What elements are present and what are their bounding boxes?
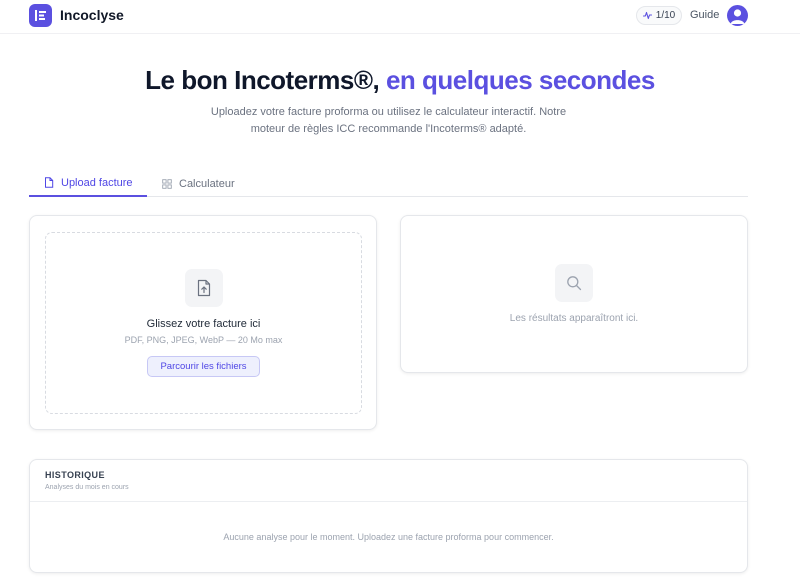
history-divider — [30, 501, 747, 502]
user-icon — [730, 9, 745, 24]
history-subtitle: Analyses du mois en cours — [45, 484, 129, 491]
history-title: HISTORIQUE — [45, 470, 105, 480]
page-title-main: Le bon Incoterms®, — [145, 65, 380, 95]
browse-files-button[interactable]: Parcourir les fichiers — [147, 356, 260, 377]
upload-card: Glissez votre facture ici PDF, PNG, JPEG… — [29, 215, 377, 430]
top-bar: Incoclyse 1/10 Guide — [0, 0, 800, 34]
activity-icon — [642, 11, 652, 20]
results-card: Les résultats apparaîtront ici. — [400, 215, 748, 373]
dropzone-formats: PDF, PNG, JPEG, WebP — 20 Mo max — [124, 335, 283, 345]
logo-icon[interactable] — [29, 4, 52, 27]
mode-tabs: Upload facture Calculateur — [29, 170, 748, 197]
history-empty-message: Aucune analyse pour le moment. Uploadez … — [223, 532, 554, 542]
tab-upload-facture[interactable]: Upload facture — [29, 170, 147, 197]
tab-upload-facture-label: Upload facture — [61, 176, 133, 189]
page-subtitle: Uploadez votre facture proforma ou utili… — [210, 106, 567, 135]
usage-counter-label: 1/10 — [655, 10, 676, 21]
file-dropzone[interactable]: Glissez votre facture ici PDF, PNG, JPEG… — [45, 232, 362, 414]
avatar[interactable] — [727, 5, 748, 26]
page-title-accent: en quelques secondes — [385, 65, 655, 95]
dropzone-title: Glissez votre facture ici — [146, 318, 261, 330]
grid-icon — [162, 178, 172, 189]
tab-calculateur-label: Calculateur — [179, 177, 235, 190]
search-icon — [555, 264, 593, 302]
document-icon — [45, 177, 54, 188]
tab-calculateur[interactable]: Calculateur — [162, 170, 235, 197]
results-placeholder: Les résultats apparaîtront ici. — [509, 313, 639, 324]
usage-counter-badge: 1/10 — [636, 6, 682, 25]
brand-name: Incoclyse — [60, 7, 124, 23]
guide-link[interactable]: Guide — [690, 9, 719, 21]
page-title: Le bon Incoterms®, en quelques secondes — [0, 65, 800, 96]
file-upload-icon — [185, 269, 223, 307]
history-card: HISTORIQUE Analyses du mois en cours Auc… — [29, 459, 748, 573]
